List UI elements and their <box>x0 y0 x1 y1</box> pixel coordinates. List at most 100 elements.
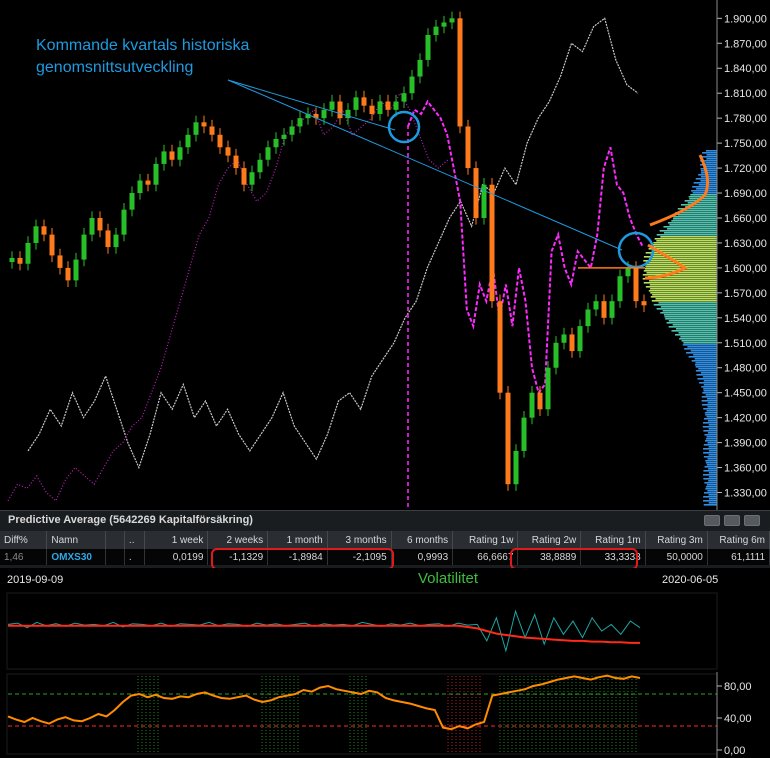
distribution-bar <box>681 210 717 212</box>
candle-body <box>321 109 327 119</box>
distribution-bar <box>700 156 717 158</box>
column-header[interactable]: Rating 1w <box>452 531 519 549</box>
panel-title: Predictive Average (5642269 Kapitalförsä… <box>8 514 253 526</box>
distribution-bar <box>702 404 717 406</box>
distribution-bar <box>671 220 717 222</box>
candle-body <box>49 234 55 256</box>
column-header[interactable] <box>105 531 125 549</box>
distribution-bar <box>701 176 717 178</box>
table-cell: 0,0199 <box>144 549 209 565</box>
distribution-bar <box>707 490 717 492</box>
distribution-bar <box>703 388 717 390</box>
distribution-bar <box>702 426 717 428</box>
rating-panel: Predictive Average (5642269 Kapitalförsä… <box>0 510 770 569</box>
distribution-bar <box>653 304 717 306</box>
candle-body <box>593 301 599 310</box>
column-header[interactable]: 1 month <box>267 531 328 549</box>
column-header[interactable]: Rating 1m <box>580 531 646 549</box>
close-icon[interactable] <box>744 515 760 526</box>
volatility-chart[interactable] <box>0 592 770 672</box>
distribution-bar <box>665 318 717 320</box>
candle-body <box>273 138 279 148</box>
distribution-bar <box>707 432 717 434</box>
distribution-bar <box>703 408 717 410</box>
distribution-bar <box>703 422 717 424</box>
distribution-bar <box>693 182 717 184</box>
table-cell: 38,8889 <box>517 549 582 565</box>
distribution-bar <box>650 296 717 298</box>
distribution-bar <box>655 298 717 300</box>
distribution-bar <box>680 336 717 338</box>
price-tick-label: 1.780,00 <box>724 113 767 125</box>
distribution-bar <box>703 500 717 502</box>
distribution-bar <box>679 338 717 340</box>
distribution-bar <box>671 330 717 332</box>
distribution-bar <box>659 230 717 232</box>
candle-body <box>297 118 303 127</box>
oscillator-chart[interactable]: 0,00 40,00 80,00 <box>0 672 770 758</box>
table-cell: -1,8984 <box>267 549 328 565</box>
distribution-bar <box>653 242 717 244</box>
distribution-bar <box>690 350 717 352</box>
distribution-bar <box>687 346 717 348</box>
candle-body <box>9 257 15 263</box>
volatility-plot <box>6 592 718 670</box>
distribution-bar <box>708 476 717 478</box>
distribution-bar <box>649 284 717 286</box>
candle-body <box>641 301 647 306</box>
candle-body <box>225 147 231 156</box>
distribution-bar <box>652 244 717 246</box>
distribution-bar <box>672 218 717 220</box>
distribution-bar <box>700 372 717 374</box>
column-header[interactable]: 3 months <box>327 531 392 549</box>
date-bar: 2019-09-09 Volatilitet 2020-06-05 <box>0 568 770 592</box>
distribution-bar <box>701 400 717 402</box>
distribution-bar <box>708 454 717 456</box>
candle-body <box>329 101 335 110</box>
column-header[interactable]: Namn <box>46 531 107 549</box>
column-header[interactable]: 2 weeks <box>207 531 269 549</box>
column-header[interactable]: Rating 3m <box>645 531 708 549</box>
distribution-bar <box>660 236 717 238</box>
candle-body <box>73 259 79 281</box>
candle-body <box>529 392 535 418</box>
distribution-bar <box>652 294 717 296</box>
column-header[interactable]: Rating 6m <box>707 531 770 549</box>
column-header[interactable]: .. <box>124 531 145 549</box>
candle-body <box>121 209 127 235</box>
distribution-bar <box>707 398 717 400</box>
distribution-bar <box>667 228 717 230</box>
distribution-bar <box>651 300 717 302</box>
table-cell: 61,1111 <box>707 549 770 565</box>
maximize-icon[interactable] <box>724 515 740 526</box>
distribution-bar <box>650 288 717 290</box>
distribution-bar <box>692 186 717 188</box>
candle-body <box>129 193 135 210</box>
column-header[interactable]: Rating 2w <box>517 531 582 549</box>
minimize-icon[interactable] <box>704 515 720 526</box>
candle-body <box>465 126 471 169</box>
distribution-bar <box>703 492 717 494</box>
distribution-bar <box>705 414 717 416</box>
price-tick-label: 1.600,00 <box>724 263 767 275</box>
column-header[interactable]: 1 week <box>144 531 209 549</box>
price-tick-label: 1.570,00 <box>724 288 767 300</box>
distribution-bar <box>656 240 717 242</box>
distribution-bar <box>681 340 717 342</box>
distribution-bar <box>656 234 717 236</box>
distribution-bar <box>706 154 717 156</box>
candle-body <box>41 226 47 235</box>
distribution-bar <box>686 352 717 354</box>
price-tick-label: 1.540,00 <box>724 313 767 325</box>
candle-body <box>433 26 439 35</box>
distribution-bar <box>700 172 717 174</box>
distribution-bar <box>700 168 717 170</box>
candle-body <box>577 326 583 352</box>
price-chart[interactable]: 1.330,00 1.360,00 1.390,00 1.420,00 1.450,00… <box>0 0 770 510</box>
column-header[interactable]: Diff% <box>0 531 48 549</box>
table-row[interactable]: 1,46 OMXS30. 0,0199 -1,1329 -1,8984 -2,1095 0,… <box>0 549 770 565</box>
column-header[interactable]: 6 months <box>391 531 454 549</box>
distribution-bar <box>642 274 717 276</box>
distribution-bar <box>708 450 717 452</box>
candle-body <box>353 97 359 110</box>
